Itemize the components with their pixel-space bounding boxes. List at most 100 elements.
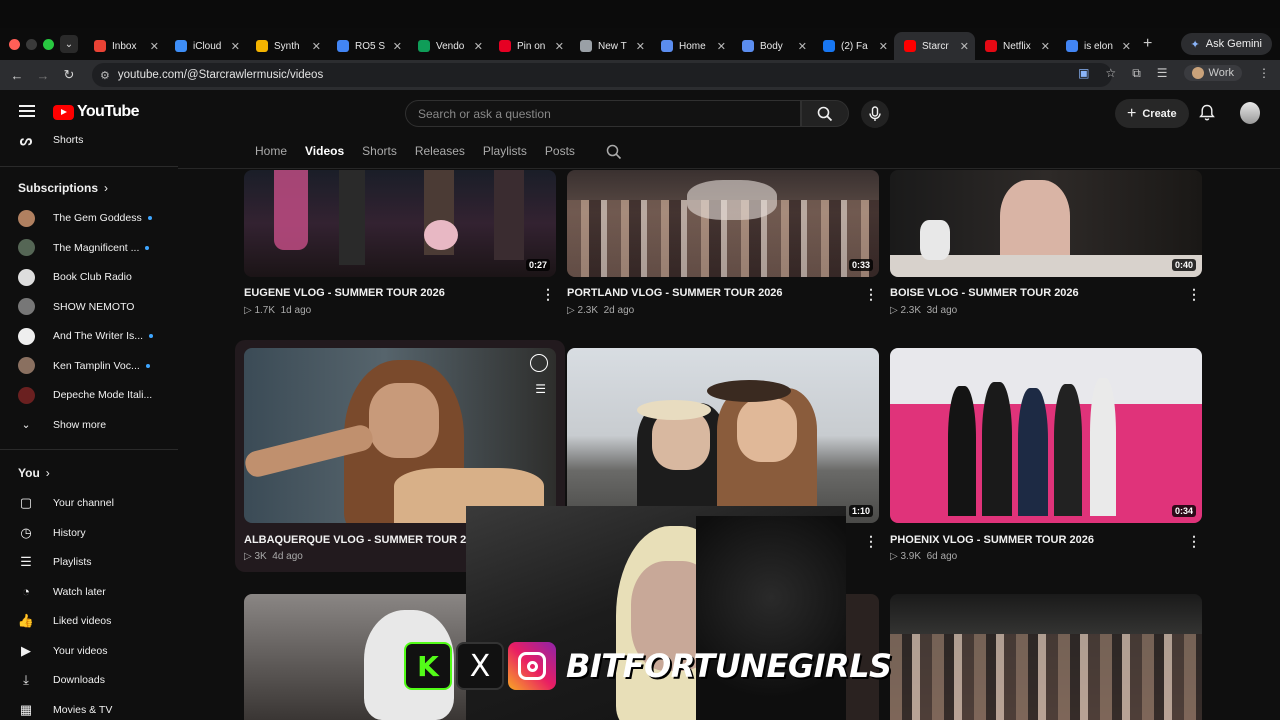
channel-search-icon[interactable]: [606, 144, 622, 160]
video-thumbnail[interactable]: 1:10: [567, 348, 879, 523]
bookmark-star-icon[interactable]: ☆: [1105, 66, 1116, 80]
tab-close-icon[interactable]: ✕: [717, 40, 726, 53]
sidebar-item-watch-later[interactable]: ◔ Watch later: [18, 581, 178, 603]
tab-videos[interactable]: Videos: [305, 144, 344, 158]
minimize-window-button[interactable]: [26, 38, 37, 50]
ask-gemini-button[interactable]: ✦ Ask Gemini: [1180, 33, 1272, 55]
tab-favicon-icon: [742, 40, 754, 52]
sidebar-item-downloads[interactable]: ⤓ Downloads: [18, 669, 178, 691]
video-thumbnail[interactable]: 0:27: [244, 170, 556, 277]
tab-close-icon[interactable]: ✕: [555, 40, 564, 53]
search-button[interactable]: [801, 100, 849, 127]
subscription-item[interactable]: The Gem Goddess: [18, 207, 178, 229]
site-info-icon[interactable]: ⚙: [100, 69, 110, 82]
tab-close-icon[interactable]: ✕: [1122, 40, 1131, 53]
subscription-item[interactable]: Ken Tamplin Voc...: [18, 355, 178, 377]
tab-close-icon[interactable]: ✕: [636, 40, 645, 53]
tab-close-icon[interactable]: ✕: [312, 40, 321, 53]
browser-tab[interactable]: New T ✕: [570, 32, 651, 60]
browser-tab[interactable]: Netflix ✕: [975, 32, 1056, 60]
tab-shorts[interactable]: Shorts: [362, 144, 397, 158]
video-more-options-icon[interactable]: ⋮: [1187, 533, 1201, 550]
you-heading[interactable]: You ›: [18, 466, 50, 480]
search-input[interactable]: Search or ask a question: [405, 100, 801, 127]
profile-button[interactable]: Work: [1183, 65, 1242, 81]
new-tab-button[interactable]: +: [1143, 35, 1152, 53]
browser-tab[interactable]: RO5 S ✕: [327, 32, 408, 60]
tab-home[interactable]: Home: [255, 144, 287, 158]
cast-icon[interactable]: ▣: [1078, 66, 1089, 80]
video-title[interactable]: BOISE VLOG - SUMMER TOUR 2026: [890, 287, 1180, 299]
tab-close-icon[interactable]: ✕: [393, 40, 402, 53]
browser-tab[interactable]: Inbox ✕: [84, 32, 165, 60]
extensions-icon[interactable]: ⧉: [1132, 66, 1141, 81]
sidebar-item-history[interactable]: ◷ History: [18, 522, 178, 544]
browser-tab[interactable]: is elon ✕: [1056, 32, 1137, 60]
sidebar-item-your-channel[interactable]: ▢ Your channel: [18, 492, 178, 514]
subscription-item[interactable]: Book Club Radio: [18, 266, 178, 288]
close-window-button[interactable]: [9, 38, 20, 50]
video-thumbnail[interactable]: 0:33: [567, 170, 879, 277]
tab-posts[interactable]: Posts: [545, 144, 575, 158]
browser-tab[interactable]: Vendo ✕: [408, 32, 489, 60]
video-more-options-icon[interactable]: ⋮: [864, 286, 878, 303]
subscription-item[interactable]: And The Writer Is...: [18, 325, 178, 347]
subscription-item[interactable]: The Magnificent ...: [18, 237, 178, 259]
video-title[interactable]: EUGENE VLOG - SUMMER TOUR 2026: [244, 287, 534, 299]
browser-tab[interactable]: Synth ✕: [246, 32, 327, 60]
video-more-options-icon[interactable]: ⋮: [864, 533, 878, 550]
maximize-window-button[interactable]: [43, 38, 54, 50]
add-to-queue-icon[interactable]: ☰: [535, 382, 546, 396]
sidebar-item-your-videos[interactable]: ▶ Your videos: [18, 640, 178, 662]
video-thumbnail[interactable]: [890, 594, 1202, 720]
subscription-item[interactable]: SHOW NEMOTO: [18, 296, 178, 318]
hamburger-menu-icon[interactable]: [19, 105, 35, 117]
account-avatar[interactable]: [1240, 102, 1260, 124]
tab-close-icon[interactable]: ✕: [879, 40, 888, 53]
sidebar-item-label: Downloads: [53, 674, 105, 686]
browser-tab[interactable]: Home ✕: [651, 32, 732, 60]
video-more-options-icon[interactable]: ⋮: [1187, 286, 1201, 303]
browser-tab[interactable]: Starcr ✕: [894, 32, 975, 60]
tab-close-icon[interactable]: ✕: [960, 40, 969, 53]
subscriptions-heading[interactable]: Subscriptions ›: [18, 181, 108, 195]
video-views: 1.7K: [254, 305, 276, 316]
browser-tab[interactable]: Pin on ✕: [489, 32, 570, 60]
browser-tab[interactable]: iCloud ✕: [165, 32, 246, 60]
url-bar[interactable]: ⚙ youtube.com/@Starcrawlermusic/videos: [92, 63, 1112, 87]
video-thumbnail[interactable]: 0:40: [890, 170, 1202, 277]
back-icon[interactable]: ←: [4, 68, 30, 83]
tab-search-button[interactable]: ⌄: [60, 35, 78, 53]
create-button[interactable]: + Create: [1115, 99, 1189, 128]
watch-later-icon[interactable]: [530, 354, 548, 372]
video-more-options-icon[interactable]: ⋮: [541, 286, 555, 303]
video-thumbnail[interactable]: ☰: [244, 348, 556, 523]
sidebar-item-playlists[interactable]: ☰ Playlists: [18, 551, 178, 573]
tab-close-icon[interactable]: ✕: [150, 40, 159, 53]
sidebar-item-shorts[interactable]: ᔕ Shorts: [18, 129, 178, 151]
tab-close-icon[interactable]: ✕: [1041, 40, 1050, 53]
reading-list-icon[interactable]: ☰: [1157, 66, 1168, 80]
voice-search-button[interactable]: [861, 100, 889, 128]
show-more-button[interactable]: ⌄ Show more: [18, 414, 178, 436]
tab-playlists[interactable]: Playlists: [483, 144, 527, 158]
youtube-logo[interactable]: YouTube: [53, 103, 139, 121]
sidebar-item-liked-videos[interactable]: 👍 Liked videos: [18, 610, 178, 632]
video-title[interactable]: PHOENIX VLOG - SUMMER TOUR 2026: [890, 534, 1180, 546]
video-thumbnail[interactable]: 0:34: [890, 348, 1202, 523]
tab-close-icon[interactable]: ✕: [474, 40, 483, 53]
download-icon: ⤓: [23, 672, 29, 687]
browser-tab[interactable]: Body ✕: [732, 32, 813, 60]
reload-icon[interactable]: ↻: [56, 67, 82, 83]
notifications-bell-icon[interactable]: [1199, 104, 1215, 121]
browser-tab[interactable]: (2) Fa ✕: [813, 32, 894, 60]
video-title[interactable]: PORTLAND VLOG - SUMMER TOUR 2026: [567, 287, 857, 299]
browser-menu-icon[interactable]: ⋮: [1258, 66, 1270, 80]
subscription-item[interactable]: Depeche Mode Itali...: [18, 384, 178, 406]
sidebar-item-movies-tv[interactable]: ▦ Movies & TV: [18, 699, 178, 720]
tab-close-icon[interactable]: ✕: [798, 40, 807, 53]
tab-releases[interactable]: Releases: [415, 144, 465, 158]
forward-icon[interactable]: →: [30, 68, 56, 83]
video-title[interactable]: ALBAQUERQUE VLOG - SUMMER TOUR 2026: [244, 534, 466, 546]
tab-close-icon[interactable]: ✕: [231, 40, 240, 53]
